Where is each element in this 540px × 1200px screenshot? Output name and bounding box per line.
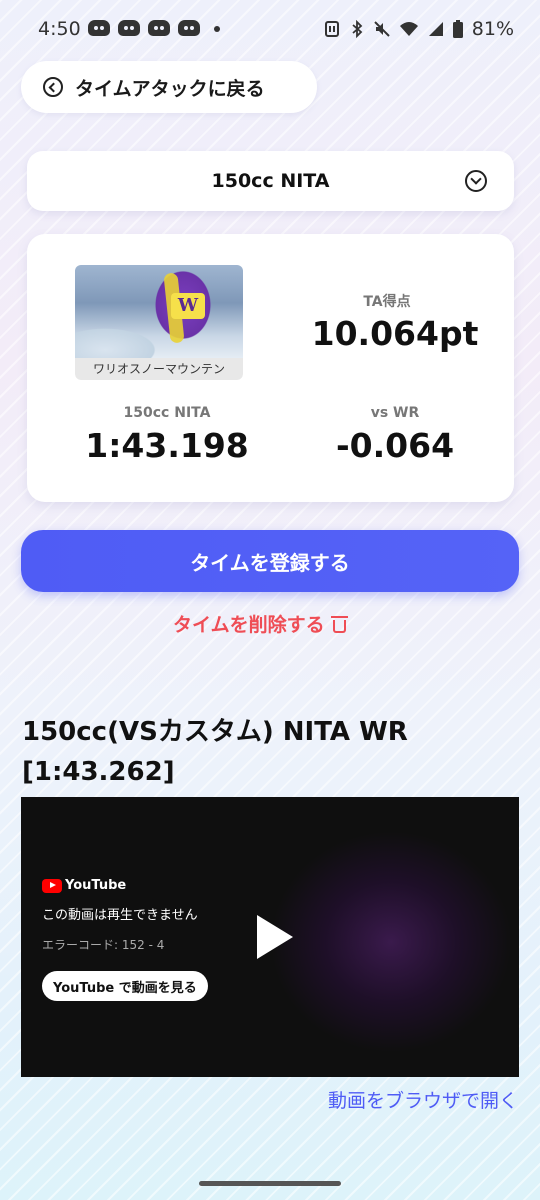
- back-button-label: タイムアタックに戻る: [75, 77, 265, 100]
- chevron-down-icon: [465, 170, 487, 192]
- category-selected-value: 150cc NITA: [211, 170, 330, 192]
- vs-wr-value: -0.064: [335, 426, 455, 465]
- more-notifications-dot: [214, 26, 220, 32]
- wifi-icon: [399, 22, 418, 36]
- delete-time-label: タイムを削除する: [173, 614, 325, 636]
- discord-icon: [148, 20, 170, 36]
- wr-heading: 150cc(VSカスタム) NITA WR [1:43.262]: [22, 712, 482, 792]
- youtube-wordmark: YouTube: [65, 878, 127, 893]
- notification-icons: [88, 20, 220, 36]
- video-error-code: エラーコード: 152 - 4: [42, 938, 165, 952]
- course-image: W: [75, 265, 243, 360]
- open-in-browser-link[interactable]: 動画をブラウザで開く: [328, 1086, 518, 1113]
- delete-time-button[interactable]: タイムを削除する: [173, 610, 348, 637]
- ta-score-label: TA得点: [363, 294, 411, 310]
- register-time-button[interactable]: タイムを登録する: [21, 530, 519, 592]
- mute-icon: [374, 21, 390, 37]
- record-card: W ワリオスノーマウンテン TA得点 10.064pt 150cc NITA 1…: [27, 234, 514, 502]
- discord-icon: [88, 20, 110, 36]
- category-dropdown[interactable]: 150cc NITA: [27, 151, 514, 211]
- watch-on-youtube-button[interactable]: YouTube で動画を見る: [42, 971, 208, 1001]
- vs-wr-label: vs WR: [370, 405, 420, 421]
- course-thumbnail: W ワリオスノーマウンテン: [75, 265, 243, 380]
- nfc-icon: [324, 21, 339, 37]
- watch-on-youtube-label: YouTube で動画を見る: [53, 980, 197, 996]
- back-to-time-attack-button[interactable]: タイムアタックに戻る: [21, 61, 317, 113]
- home-indicator[interactable]: [199, 1181, 341, 1186]
- time-value: 1:43.198: [85, 426, 249, 465]
- status-indicators: 81%: [324, 18, 514, 40]
- bluetooth-icon: [352, 20, 363, 38]
- discord-icon: [118, 20, 140, 36]
- play-icon[interactable]: [257, 915, 293, 959]
- youtube-icon: [42, 878, 62, 893]
- back-arrow-icon: [43, 77, 63, 97]
- battery-icon: [452, 20, 463, 38]
- course-name: ワリオスノーマウンテン: [75, 358, 243, 380]
- trash-icon: [330, 614, 348, 634]
- youtube-logo: YouTube: [42, 878, 126, 893]
- wr-heading-line2: [1:43.262]: [22, 757, 175, 787]
- wario-balloon-logo: W: [171, 293, 205, 319]
- youtube-embed[interactable]: YouTube この動画は再生できません エラーコード: 152 - 4 You…: [21, 797, 519, 1077]
- battery-percent: 81%: [471, 18, 514, 40]
- video-error-message: この動画は再生できません: [42, 908, 198, 923]
- status-bar: 4:50 81%: [0, 0, 540, 58]
- wr-heading-line1: 150cc(VSカスタム) NITA WR: [22, 717, 408, 747]
- time-label: 150cc NITA: [123, 405, 211, 421]
- status-time: 4:50: [38, 18, 81, 40]
- discord-icon: [178, 20, 200, 36]
- register-time-label: タイムを登録する: [190, 550, 350, 575]
- signal-icon: [428, 22, 443, 36]
- ta-score-value: 10.064pt: [311, 314, 479, 353]
